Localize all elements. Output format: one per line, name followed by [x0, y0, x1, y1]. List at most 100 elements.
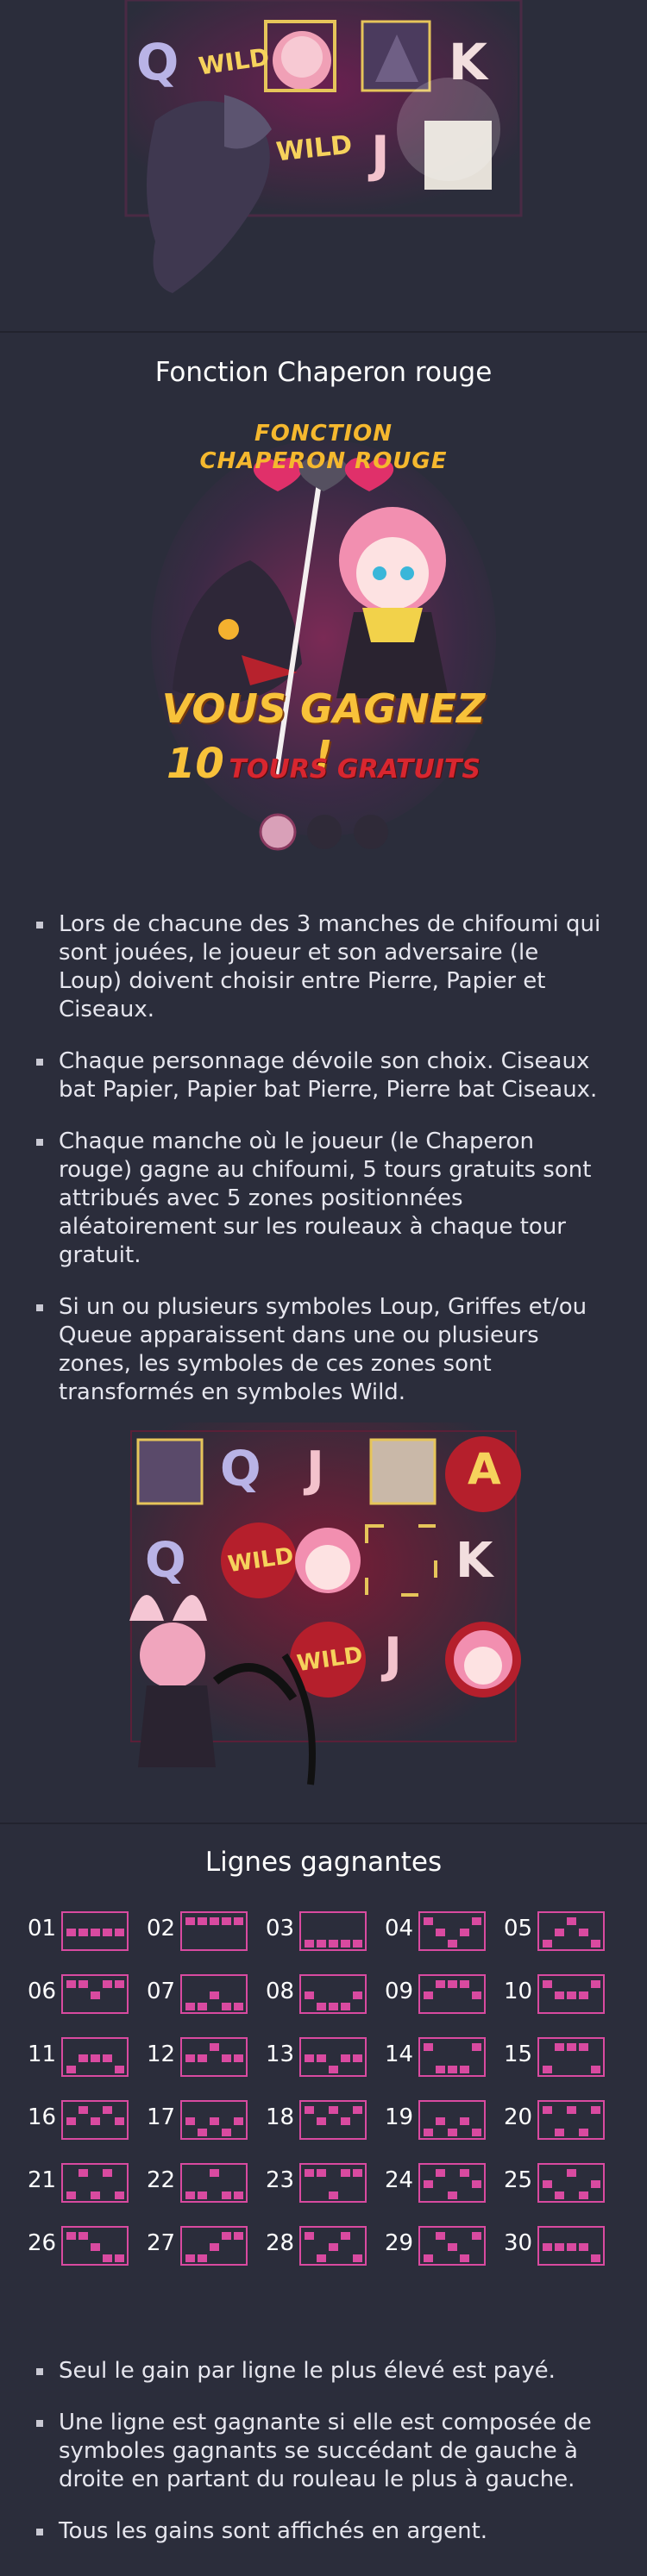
payline-cell [555, 1929, 564, 1936]
payline-cell [460, 2066, 469, 2073]
payline-cell [115, 2254, 124, 2262]
payline-cell [79, 2169, 88, 2177]
payline-cell [103, 1929, 112, 1936]
section-divider [0, 331, 647, 333]
top-reels-illustration: Q WILD K WILD J [121, 0, 526, 319]
payline-cell [472, 2043, 481, 2051]
payline-cell [103, 2169, 112, 2177]
payline-number: 07 [147, 1979, 176, 2004]
payline-cell [317, 2169, 326, 2177]
payline-diagram [299, 2037, 367, 2077]
payline-cell [305, 1991, 314, 1999]
payline-08: 08 [266, 1972, 385, 2020]
payline-cell [555, 2191, 564, 2199]
payline-cell [79, 2054, 88, 2062]
payline-number: 18 [266, 2104, 295, 2130]
payline-05: 05 [504, 1909, 623, 1957]
payline-cell [436, 1929, 445, 1936]
payline-cell [91, 2191, 100, 2199]
payline-number: 13 [266, 2041, 295, 2067]
payline-cell [103, 1980, 112, 1988]
top-reel-symbol-k: K [449, 33, 487, 91]
payline-cell [329, 2243, 338, 2251]
payline-cell [424, 2180, 433, 2188]
payline-cell [66, 2232, 76, 2240]
feature-title: Fonction Chaperon rouge [154, 357, 493, 388]
payline-rule-item: Tous les gains sont affichés en argent. [29, 2517, 625, 2546]
mid-reel-symbol-k: K [455, 1533, 493, 1589]
payline-cell [198, 2254, 207, 2262]
payline-number: 11 [28, 2041, 57, 2067]
payline-cell [591, 2066, 600, 2073]
payline-cell [555, 2043, 564, 2051]
payline-cell [198, 2003, 207, 2010]
payline-cell [436, 1980, 445, 1988]
payline-number: 12 [147, 2041, 176, 2067]
payline-cell [567, 2106, 576, 2114]
mid-reel-symbol-q: Q [220, 1441, 261, 1497]
payline-cell [591, 2106, 600, 2114]
payline-28: 28 [266, 2223, 385, 2272]
banner-free-spins-label: TOURS GRATUITS [229, 754, 481, 785]
payline-diagram [180, 1974, 248, 2014]
payline-cell [567, 2043, 576, 2051]
payline-cell [460, 2117, 469, 2125]
payline-26: 26 [28, 2223, 147, 2272]
payline-cell [305, 1940, 314, 1948]
payline-cell [436, 2169, 445, 2177]
payline-diagram [299, 1974, 367, 2014]
payline-cell [353, 2169, 362, 2177]
payline-cell [353, 2106, 362, 2114]
banner-free-spins: 10 TOURS GRATUITS [147, 740, 500, 788]
payline-diagram [537, 2100, 605, 2140]
payline-cell [305, 2054, 314, 2062]
payline-23: 23 [266, 2160, 385, 2209]
payline-cell [210, 2117, 219, 2125]
payline-cell [353, 2254, 362, 2262]
payline-number: 30 [504, 2230, 533, 2256]
payline-cell [210, 2243, 219, 2251]
payline-number: 26 [28, 2230, 57, 2256]
payline-number: 06 [28, 1979, 57, 2004]
payline-cell [591, 1980, 600, 1988]
payline-diagram [180, 1911, 248, 1951]
payline-cell [543, 2180, 552, 2188]
payline-17: 17 [147, 2098, 266, 2146]
payline-diagram [61, 2100, 129, 2140]
payline-cell [79, 1929, 88, 1936]
payline-cell [555, 1991, 564, 1999]
mid-reel-symbol-q-2: Q [145, 1533, 186, 1589]
payline-29: 29 [385, 2223, 504, 2272]
payline-cell [567, 1917, 576, 1925]
payline-number: 15 [504, 2041, 533, 2067]
payline-cell [317, 2003, 326, 2010]
payline-cell [234, 2232, 243, 2240]
payline-cell [198, 2129, 207, 2136]
payline-14: 14 [385, 2035, 504, 2083]
payline-cell [79, 1980, 88, 1988]
payline-diagram [537, 2226, 605, 2266]
payline-cell [115, 2117, 124, 2125]
payline-cell [222, 2003, 231, 2010]
payline-cell [579, 2191, 588, 2199]
payline-22: 22 [147, 2160, 266, 2209]
payline-cell [543, 2106, 552, 2114]
payline-20: 20 [504, 2098, 623, 2146]
payline-cell [341, 1940, 350, 1948]
payline-number: 19 [385, 2104, 414, 2130]
payline-number: 05 [504, 1916, 533, 1941]
payline-cell [424, 1917, 433, 1925]
payline-cell [448, 2066, 457, 2073]
payline-cell [91, 2243, 100, 2251]
payline-number: 10 [504, 1979, 533, 2004]
payline-cell [424, 2043, 433, 2051]
payline-cell [222, 2054, 231, 2062]
payline-13: 13 [266, 2035, 385, 2083]
payline-cell [103, 2106, 112, 2114]
payline-cell [579, 1991, 588, 1999]
payline-diagram [299, 1911, 367, 1951]
payline-diagram [418, 2163, 486, 2203]
mid-reel-symbol-j: J [306, 1441, 324, 1497]
top-reel-symbol-q: Q [136, 33, 179, 91]
payline-01: 01 [28, 1909, 147, 1957]
